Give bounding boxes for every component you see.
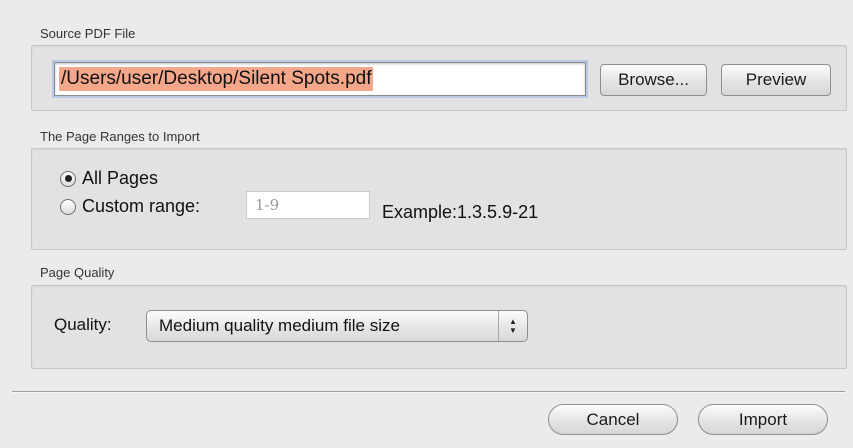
preview-button[interactable]: Preview (721, 64, 831, 96)
quality-selected-value: Medium quality medium file size (159, 316, 400, 335)
custom-range-radio[interactable] (60, 198, 76, 215)
source-path-value: /Users/user/Desktop/Silent Spots.pdf (59, 67, 374, 91)
custom-range-label: Custom range: (82, 196, 201, 216)
page-ranges-section-label: The Page Ranges to Import (40, 129, 200, 144)
custom-range-input[interactable] (247, 192, 369, 218)
all-pages-radio[interactable] (60, 170, 76, 187)
import-button[interactable]: Import (698, 404, 828, 435)
all-pages-option[interactable]: All Pages (60, 168, 158, 189)
up-down-arrows-icon: ▲ ▼ (498, 311, 527, 341)
cancel-button[interactable]: Cancel (548, 404, 678, 435)
all-pages-label: All Pages (82, 168, 159, 188)
custom-range-field[interactable] (246, 191, 370, 219)
quality-field-label: Quality: (54, 315, 112, 334)
footer-divider (12, 391, 845, 393)
browse-button[interactable]: Browse... (600, 64, 707, 96)
import-pdf-dialog: Source PDF File /Users/user/Desktop/Sile… (0, 0, 853, 448)
quality-select[interactable]: Medium quality medium file size ▲ ▼ (146, 310, 528, 342)
radio-selected-dot-icon (64, 175, 72, 182)
range-example-text: Example:1.3.5.9-21 (382, 202, 539, 222)
source-path-field[interactable]: /Users/user/Desktop/Silent Spots.pdf (54, 62, 586, 96)
source-pdf-section-label: Source PDF File (40, 26, 136, 41)
page-quality-section-label: Page Quality (40, 265, 115, 280)
custom-range-option[interactable]: Custom range: (60, 196, 200, 217)
